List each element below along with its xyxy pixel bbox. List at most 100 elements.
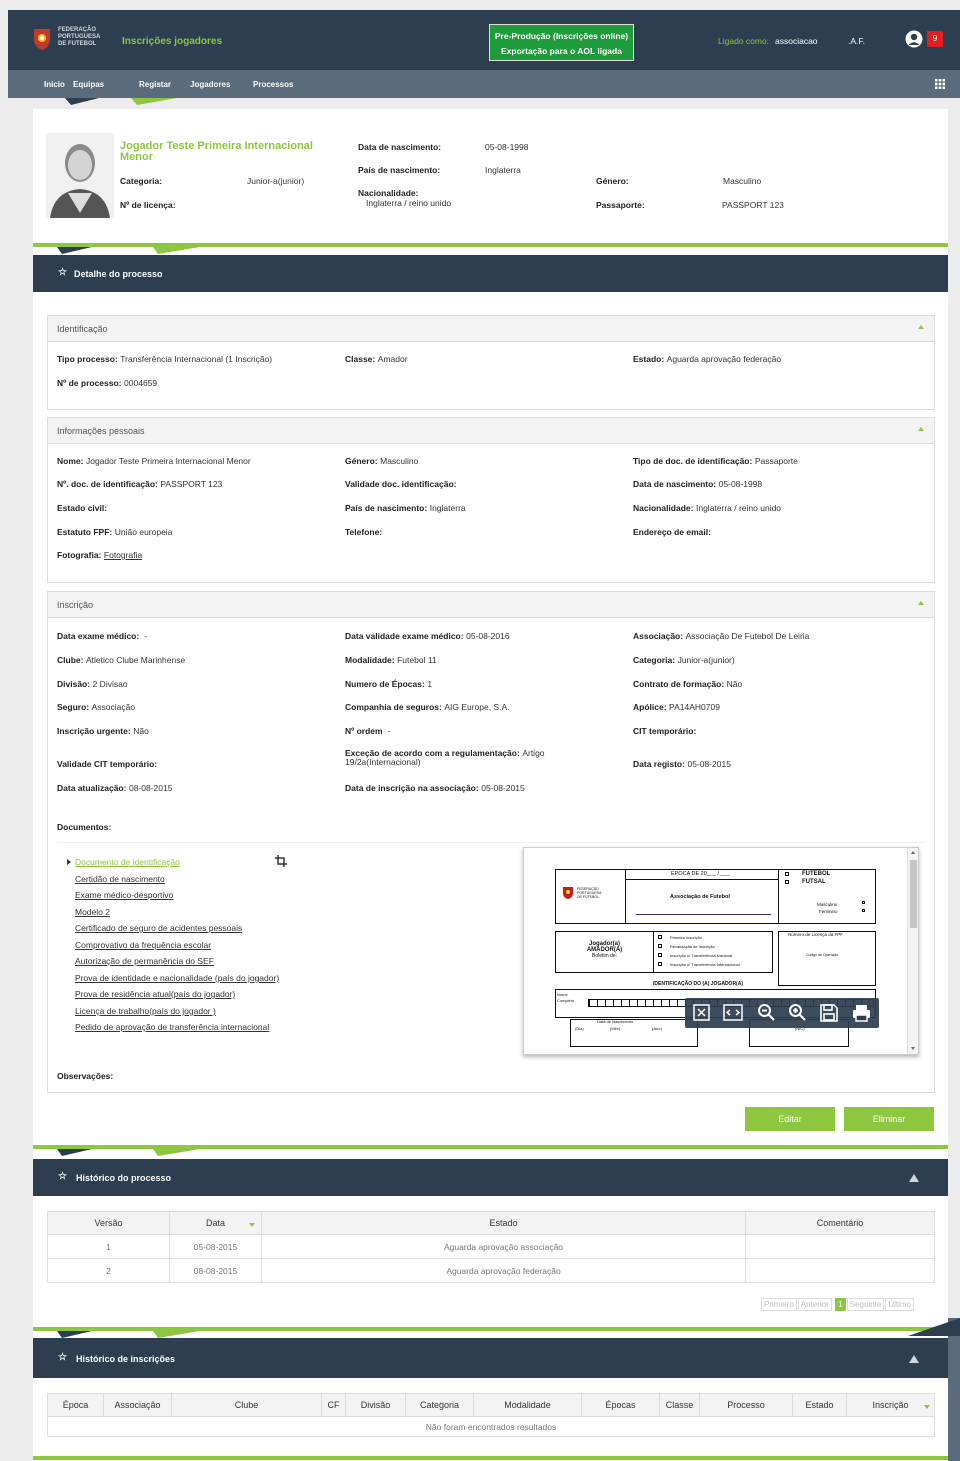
scroll-down-icon[interactable] xyxy=(911,1047,915,1050)
doc-link[interactable]: Prova de identidade e nacionalidade (paí… xyxy=(75,973,279,983)
field-modalidade: Modalidade: Futebol 11 xyxy=(345,655,437,665)
doc-link[interactable]: Autorização de permanência do SEF xyxy=(75,956,214,966)
edit-button[interactable]: Editar xyxy=(745,1107,835,1131)
label: Categoria: xyxy=(633,655,676,665)
col-versao[interactable]: Versão xyxy=(47,1211,170,1235)
doc-link[interactable]: Prova de residência atual(país do jogado… xyxy=(75,989,235,999)
field-estado-civil: Estado civil: xyxy=(57,503,107,513)
pager-next[interactable]: Seguinte xyxy=(846,1298,885,1311)
collapse-triangle-icon[interactable] xyxy=(909,1174,919,1182)
panel-title: Informações pessoais xyxy=(57,426,145,436)
cell-versao: 1 xyxy=(47,1234,170,1259)
pager-prev[interactable]: Anterior xyxy=(797,1298,832,1311)
zoom-in-icon[interactable] xyxy=(788,1003,807,1022)
label: Validade CIT temporário: xyxy=(57,759,158,769)
value: Transferência Internacional (1 Inscrição… xyxy=(120,354,273,364)
sort-desc-icon[interactable] xyxy=(924,1405,930,1409)
fit-page-icon[interactable] xyxy=(693,1004,710,1021)
doc-link[interactable]: Certificado de seguro de acidentes pesso… xyxy=(75,923,242,933)
passaporte-label: Passaporte: xyxy=(596,200,645,210)
doc-link[interactable]: Licença de trabalho(país do jogador ) xyxy=(75,1006,216,1016)
label: Seguro: xyxy=(57,702,90,712)
col-comentario[interactable]: Comentário xyxy=(745,1211,935,1235)
pager-last[interactable]: Último xyxy=(885,1298,915,1311)
print-icon[interactable] xyxy=(852,1004,871,1022)
label: Clube: xyxy=(57,655,84,665)
app-title: Inscrições jogadores xyxy=(122,36,223,47)
col-cf[interactable]: CF xyxy=(321,1393,346,1417)
col-clube[interactable]: Clube xyxy=(171,1393,322,1417)
chevron-up-icon[interactable] xyxy=(918,427,924,431)
preview-scrollbar[interactable] xyxy=(907,848,918,1054)
panel-header[interactable]: Identificação xyxy=(48,316,934,342)
label: CIT temporário: xyxy=(633,726,697,736)
save-icon[interactable] xyxy=(820,1004,838,1022)
doc-link[interactable]: Comprovativo da frequência escolar xyxy=(75,940,211,950)
form-checkbox xyxy=(862,909,865,912)
pais-label: País de nascimento: xyxy=(358,165,441,175)
col-epoca[interactable]: Época xyxy=(47,1393,104,1417)
panel-header[interactable]: Informações pessoais xyxy=(48,418,934,444)
nav-item-inicio[interactable]: Inicio xyxy=(44,80,65,89)
col-categoria[interactable]: Categoria xyxy=(405,1393,474,1417)
col-processo[interactable]: Processo xyxy=(699,1393,793,1417)
chevron-up-icon[interactable] xyxy=(918,601,924,605)
doc-link[interactable]: Modelo 2 xyxy=(75,907,110,917)
crop-icon[interactable] xyxy=(275,855,287,867)
form-opt: Revalidação de Inscrição xyxy=(658,942,740,951)
label: País de nascimento: xyxy=(345,503,428,513)
pager-first[interactable]: Primeiro xyxy=(761,1298,797,1311)
logged-user[interactable]: associacao xyxy=(775,36,818,46)
historico-inscricoes-header[interactable]: ☆ Histórico de inscrições xyxy=(33,1338,948,1378)
col-divisao[interactable]: Divisão xyxy=(345,1393,406,1417)
col-estado[interactable]: Estado xyxy=(792,1393,847,1417)
value: 08-08-2015 xyxy=(128,783,173,793)
chevron-up-icon[interactable] xyxy=(918,325,924,329)
divider-notch xyxy=(57,1149,92,1156)
col-classe[interactable]: Classe xyxy=(659,1393,700,1417)
label: Endereço de email: xyxy=(633,527,711,537)
historico-header[interactable]: ☆ Histórico do processo xyxy=(33,1159,948,1196)
form-opt-label: Primeira Inscrição xyxy=(670,935,703,940)
label: Estado civil: xyxy=(57,503,108,513)
document-preview[interactable]: ÉPOCA DE 20___ / ___ FUTEBOL FUTSAL FEDE… xyxy=(523,847,919,1055)
nav-item-jogadores[interactable]: Jogadores xyxy=(190,80,230,89)
doc-link[interactable]: Pedido de aprovação de transferência int… xyxy=(75,1022,269,1032)
col-associacao[interactable]: Associação xyxy=(103,1393,172,1417)
nav-item-processos[interactable]: Processos xyxy=(253,80,293,89)
table-row[interactable]: 2 08-08-2015 Aguarda aprovação federação xyxy=(47,1258,935,1283)
sort-desc-icon[interactable] xyxy=(249,1223,255,1227)
panel-header[interactable]: Inscrição xyxy=(48,592,934,618)
table-row[interactable]: 1 05-08-2015 Aguarda aprovação associaçã… xyxy=(47,1234,935,1259)
col-estado[interactable]: Estado xyxy=(261,1211,746,1235)
doc-link[interactable]: Certidão de nascimento xyxy=(75,874,165,884)
historico-table: Versão Data Estado Comentário 1 05-08-20… xyxy=(47,1211,935,1283)
notification-badge[interactable]: 9 xyxy=(927,31,943,47)
doc-link[interactable]: Documento de identificação xyxy=(75,857,180,867)
collapse-triangle-icon[interactable] xyxy=(909,1355,919,1363)
col-inscricao[interactable]: Inscrição xyxy=(846,1393,935,1417)
fotografia-link[interactable]: Fotografia xyxy=(104,550,142,560)
zoom-out-icon[interactable] xyxy=(757,1003,776,1022)
form-assoc: Associação de Futebol xyxy=(670,894,730,900)
nav-item-registar[interactable]: Registar xyxy=(139,80,171,89)
delete-button[interactable]: Eliminar xyxy=(844,1107,934,1131)
form-masc: Masculino xyxy=(817,902,838,907)
value: 05-08-1998 xyxy=(718,479,763,489)
nav-item-equipas[interactable]: Equipas xyxy=(73,80,104,89)
field-companhia: Companhia de seguros: AIG Europe, S.A. xyxy=(345,702,510,712)
scroll-thumb[interactable] xyxy=(910,860,917,928)
pager-page[interactable]: 1 xyxy=(835,1298,846,1311)
scroll-up-icon[interactable] xyxy=(911,851,915,854)
user-avatar-icon[interactable] xyxy=(905,30,923,48)
fit-width-icon[interactable] xyxy=(723,1004,743,1021)
table-header-row: Versão Data Estado Comentário xyxy=(47,1211,935,1235)
form-opt: Inscrição c/ Transferência Nacional xyxy=(658,951,740,960)
col-epocas[interactable]: Épocas xyxy=(581,1393,660,1417)
user-short-name[interactable]: .A.F. xyxy=(848,36,865,46)
col-modalidade[interactable]: Modalidade xyxy=(473,1393,582,1417)
value: 05-08-2015 xyxy=(481,783,525,793)
doc-link[interactable]: Exame médico-desportivo xyxy=(75,890,173,900)
col-data[interactable]: Data xyxy=(169,1211,262,1235)
apps-grid-icon[interactable] xyxy=(935,79,945,89)
